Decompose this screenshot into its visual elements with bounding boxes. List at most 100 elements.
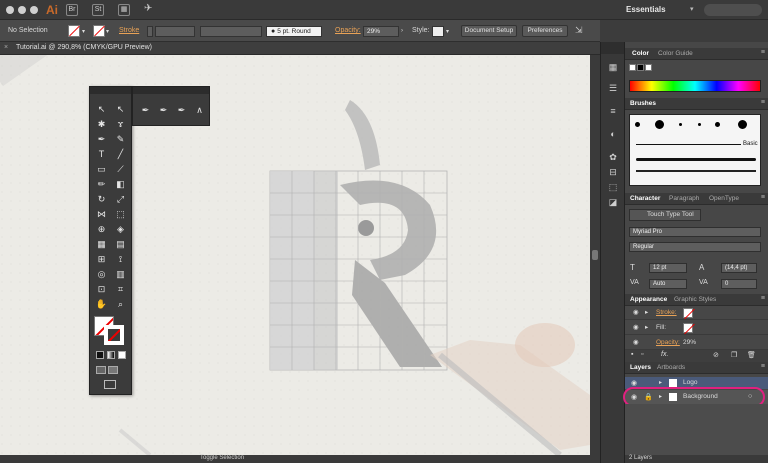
brush-swatch[interactable] — [679, 123, 682, 126]
stroke-swatch[interactable] — [93, 25, 105, 37]
workspace-switcher[interactable]: Essentials — [626, 5, 666, 14]
slice-tool-icon[interactable]: ⌗ — [114, 283, 127, 295]
stroke-panel-icon[interactable]: ≡ — [606, 106, 620, 118]
tab-artboards[interactable]: Artboards — [657, 364, 685, 371]
expand-arrow-icon[interactable]: ▸ — [645, 306, 648, 320]
color-mode-icon[interactable] — [96, 351, 104, 359]
stroke-label[interactable]: Stroke: — [656, 306, 677, 320]
scale-tool-icon[interactable]: ⤢ — [114, 193, 127, 205]
tracking-field[interactable]: 0 — [721, 279, 757, 289]
pencil-tool-icon[interactable]: ✏ — [95, 178, 108, 190]
tab-color[interactable]: Color — [632, 50, 649, 57]
screen-mode-icon[interactable] — [104, 380, 116, 389]
tab-character[interactable]: Character — [630, 195, 660, 202]
symbols-icon[interactable]: ✿ — [606, 152, 620, 164]
rectangle-tool-icon[interactable]: ▭ — [95, 163, 108, 175]
opacity-label[interactable]: Opacity: — [335, 27, 361, 34]
appearance-stroke-row[interactable]: ◉ ▸ Stroke: — [625, 306, 768, 320]
brush-stroke-sample[interactable] — [636, 144, 741, 145]
touch-type-button[interactable]: Touch Type Tool — [629, 209, 701, 221]
new-layer-icon[interactable]: ▪ — [631, 351, 633, 358]
gradient-tool-icon[interactable]: ▤ — [114, 238, 127, 250]
line-tool-icon[interactable]: ╱ — [114, 148, 127, 160]
chevron-down-icon[interactable]: ▾ — [106, 28, 109, 35]
free-transform-tool-icon[interactable]: ⬚ — [114, 208, 127, 220]
eraser-tool-icon[interactable]: ◧ — [114, 178, 127, 190]
transparency-icon[interactable]: ◐ — [606, 129, 620, 141]
anchor-point-tool-icon[interactable]: ∧ — [193, 104, 206, 116]
tab-paragraph[interactable]: Paragraph — [669, 195, 699, 202]
tab-graphic-styles[interactable]: Graphic Styles — [674, 296, 716, 303]
stroke-swatch[interactable] — [683, 308, 693, 318]
tools-panel[interactable]: ↖ ↖ ✱ ɤ ✒ ✎ T ╱ ▭ ⟋ ✏ ◧ ↻ ⤢ ⋈ ⬚ ⊕ ◈ ▦ ▤ … — [89, 86, 132, 395]
draw-mode-icon[interactable] — [96, 366, 106, 374]
panel-menu-icon[interactable]: ≡ — [761, 295, 765, 302]
chevron-down-icon[interactable]: ▾ — [690, 5, 694, 13]
color-spectrum[interactable] — [629, 80, 761, 92]
draw-behind-icon[interactable] — [108, 366, 118, 374]
document-setup-button[interactable]: Document Setup — [461, 25, 517, 37]
stroke-color-box[interactable] — [104, 325, 124, 345]
brushes-library[interactable]: Basic — [629, 114, 761, 186]
appearance-fill-row[interactable]: ◉ ▸ Fill: — [625, 321, 768, 335]
eye-icon[interactable]: ◉ — [631, 379, 637, 387]
align-menu-icon[interactable]: ⇲ — [575, 25, 583, 36]
add-anchor-point-icon[interactable]: ✒ — [157, 104, 170, 116]
stroke-weight-field[interactable] — [155, 26, 195, 37]
type-tool-icon[interactable]: T — [95, 148, 108, 160]
appearance-opacity-row[interactable]: ◉ Opacity: 29% — [625, 336, 768, 350]
stock-icon[interactable]: St — [92, 4, 104, 16]
leading-field[interactable]: (14,4 pt) — [721, 263, 757, 273]
shape-builder-tool-icon[interactable]: ⊕ — [95, 223, 108, 235]
perspective-grid-tool-icon[interactable]: ▦ — [95, 238, 108, 250]
delete-anchor-point-icon[interactable]: ✒ — [175, 104, 188, 116]
chevron-down-icon[interactable]: ▾ — [82, 28, 85, 35]
width-tool-icon[interactable]: ⋈ — [95, 208, 108, 220]
expand-arrow-icon[interactable]: ▸ — [645, 321, 648, 335]
tab-layers[interactable]: Layers — [630, 364, 651, 371]
minimize-window-button[interactable] — [18, 6, 26, 14]
font-size-field[interactable]: 12 pt — [649, 263, 687, 273]
panel-menu-icon[interactable]: ≡ — [761, 99, 765, 106]
fill-swatch[interactable] — [68, 25, 80, 37]
expand-arrow-icon[interactable]: ▸ — [659, 379, 662, 386]
lasso-tool-icon[interactable]: ɤ — [114, 118, 127, 130]
direct-selection-tool-icon[interactable]: ↖ — [114, 103, 127, 115]
new-fill-icon[interactable]: ▫ — [641, 351, 643, 358]
rotate-tool-icon[interactable]: ↻ — [95, 193, 108, 205]
panel-menu-icon[interactable]: ≡ — [761, 49, 765, 56]
clear-appearance-icon[interactable]: ⊘ — [713, 351, 719, 359]
magic-wand-tool-icon[interactable]: ✱ — [95, 118, 108, 130]
kerning-field[interactable]: Auto — [649, 279, 687, 289]
blend-tool-icon[interactable]: ◎ — [95, 268, 108, 280]
color-fill-swatch[interactable] — [629, 64, 636, 71]
tab-color-guide[interactable]: Color Guide — [658, 50, 693, 57]
status-tool[interactable]: Toggle Selection — [200, 455, 244, 461]
pathfinder-icon[interactable]: ◪ — [606, 197, 620, 209]
pen-tool-icon[interactable]: ✒ — [95, 133, 108, 145]
close-window-button[interactable] — [6, 6, 14, 14]
pen-tool-icon[interactable]: ✒ — [139, 104, 152, 116]
swatches-icon[interactable]: ▦ — [606, 62, 620, 74]
brush-stroke-sample[interactable] — [636, 170, 756, 172]
tab-brushes[interactable]: Brushes — [630, 100, 656, 107]
tab-opentype[interactable]: OpenType — [709, 195, 739, 202]
font-family-field[interactable]: Myriad Pro — [629, 227, 761, 237]
menu-lines-icon[interactable]: ☰ — [606, 83, 620, 95]
live-paint-tool-icon[interactable]: ◈ — [114, 223, 127, 235]
curvature-tool-icon[interactable]: ✎ — [114, 133, 127, 145]
selection-tool-icon[interactable]: ↖ — [95, 103, 108, 115]
layer-name[interactable]: Logo — [683, 379, 697, 386]
paintbrush-tool-icon[interactable]: ⟋ — [114, 163, 127, 175]
preferences-button[interactable]: Preferences — [522, 25, 568, 37]
bridge-icon[interactable]: Br — [66, 4, 78, 16]
mesh-tool-icon[interactable]: ⊞ — [95, 253, 108, 265]
brush-swatch[interactable] — [715, 122, 720, 127]
variable-width-profile[interactable] — [200, 26, 262, 37]
gpu-performance-icon[interactable]: ✈ — [144, 3, 152, 14]
tab-appearance[interactable]: Appearance — [630, 296, 667, 303]
align-icon[interactable]: ⊟ — [606, 167, 620, 179]
scrollbar-thumb[interactable] — [592, 250, 598, 260]
zoom-tool-icon[interactable]: ⌕ — [114, 298, 127, 310]
graph-tool-icon[interactable]: ▥ — [114, 268, 127, 280]
